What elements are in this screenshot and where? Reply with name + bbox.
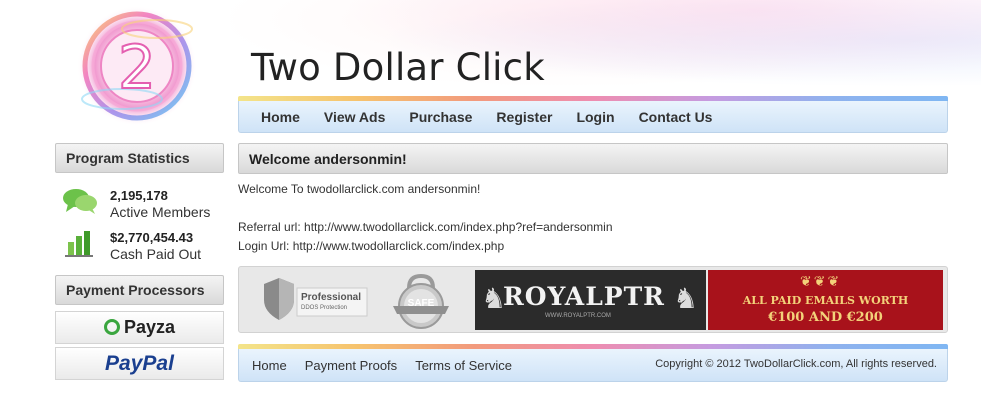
top-navigation: Home View Ads Purchase Register Login Co… xyxy=(238,96,948,133)
nav-login[interactable]: Login xyxy=(576,109,614,125)
payment-processors-heading: Payment Processors xyxy=(55,275,224,305)
ddos-protection-banner[interactable]: Professional DDOS Protection xyxy=(259,270,374,330)
footer-home[interactable]: Home xyxy=(252,358,287,373)
site-title: Two Dollar Click xyxy=(251,46,545,89)
active-members-value: 2,195,178 xyxy=(110,187,168,203)
referral-url: Referral url: http://www.twodollarclick.… xyxy=(238,220,613,234)
login-url: Login Url: http://www.twodollarclick.com… xyxy=(238,239,505,253)
chat-bubbles-icon xyxy=(62,186,98,221)
paypal-button[interactable]: PayPal xyxy=(55,347,224,380)
footer-terms-of-service[interactable]: Terms of Service xyxy=(415,358,512,373)
site-logo[interactable]: 2 xyxy=(62,4,212,134)
paid-emails-banner[interactable]: ❦❦❦ ALL PAID EMAILS WORTH €100 AND €200 xyxy=(708,270,943,330)
nav-contact-us[interactable]: Contact Us xyxy=(639,109,713,125)
footer-payment-proofs[interactable]: Payment Proofs xyxy=(305,358,398,373)
stat-active-members: 2,195,178 Active Members xyxy=(62,186,210,221)
royalptr-subtitle: WWW.ROYALPTR.COM xyxy=(545,313,611,319)
promo-line2: €100 AND €200 xyxy=(768,310,883,325)
logo-number: 2 xyxy=(118,33,156,103)
program-statistics-heading: Program Statistics xyxy=(55,143,224,173)
footer-nav: Home Payment Proofs Terms of Service Cop… xyxy=(238,349,948,382)
copyright-text: Copyright © 2012 TwoDollarClick.com, All… xyxy=(655,358,937,370)
royalptr-banner[interactable]: ♞ ROYALPTR WWW.ROYALPTR.COM ♞ xyxy=(475,270,706,330)
nav-purchase[interactable]: Purchase xyxy=(409,109,472,125)
ornament-icon: ❦❦❦ xyxy=(800,273,842,289)
welcome-text: Welcome To twodollarclick.com andersonmi… xyxy=(238,182,481,196)
banner-strip: Professional DDOS Protection SAFE ♞ ROYA… xyxy=(238,266,948,333)
nav-view-ads[interactable]: View Ads xyxy=(324,109,385,125)
cash-paid-value: $2,770,454.43 xyxy=(110,229,194,245)
footer-bar: Home Payment Proofs Terms of Service Cop… xyxy=(238,344,948,382)
ddos-line1: Professional xyxy=(301,292,362,303)
lion-right-icon: ♞ xyxy=(673,283,699,314)
nav-register[interactable]: Register xyxy=(496,109,552,125)
payza-button[interactable]: Payza xyxy=(55,311,224,344)
paypal-label: PayPal xyxy=(105,351,174,375)
ddos-line2: DDOS Protection xyxy=(301,305,348,311)
welcome-heading: Welcome andersonmin! xyxy=(238,143,948,174)
royalptr-title: ROYALPTR xyxy=(503,282,665,311)
promo-line1: ALL PAID EMAILS WORTH xyxy=(742,294,909,307)
payza-logo-icon xyxy=(103,318,120,335)
nav-bar: Home View Ads Purchase Register Login Co… xyxy=(238,101,948,133)
payza-label: Payza xyxy=(123,317,176,337)
bar-chart-icon xyxy=(62,228,98,263)
safe-label: SAFE xyxy=(407,298,435,309)
cash-paid-label: Cash Paid Out xyxy=(110,245,202,262)
active-members-label: Active Members xyxy=(110,203,211,220)
safe-seal-banner[interactable]: SAFE xyxy=(387,270,457,330)
nav-home[interactable]: Home xyxy=(261,109,300,125)
stat-cash-paid: $2,770,454.43 Cash Paid Out xyxy=(62,228,201,263)
